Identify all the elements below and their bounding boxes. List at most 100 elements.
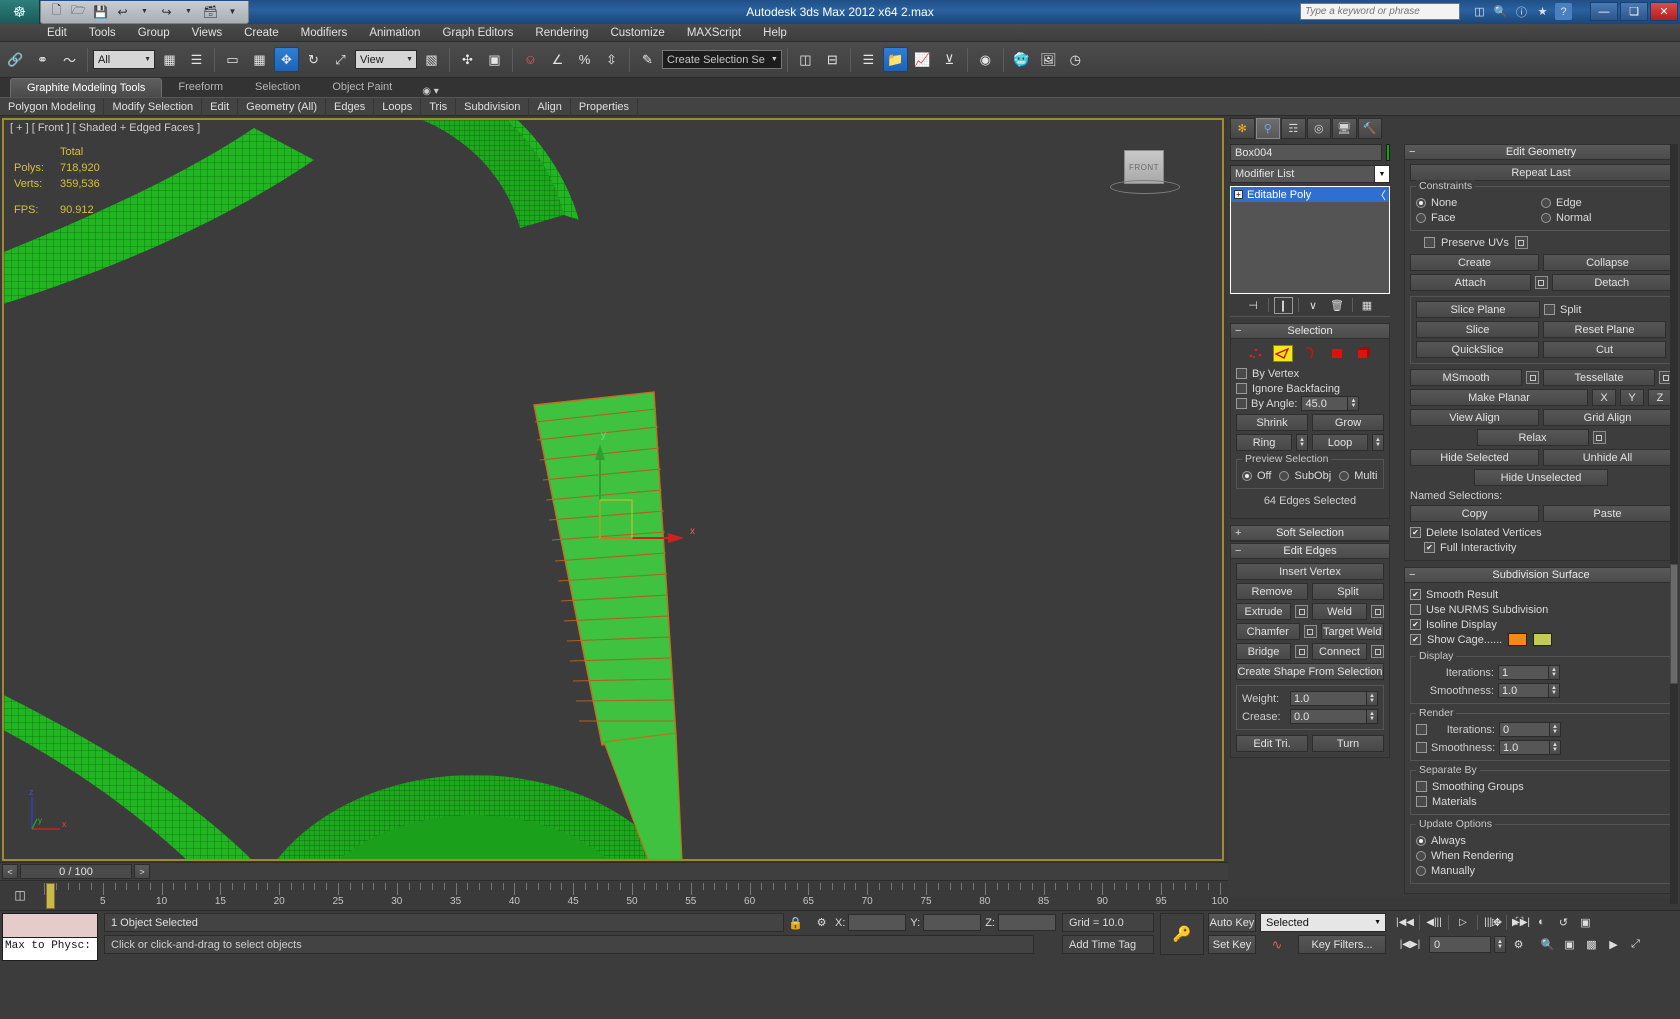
- copy-button[interactable]: Copy: [1410, 505, 1539, 522]
- viewport-front[interactable]: y x [ + ] [ Front ] [ Shaded + Edged Fac…: [2, 118, 1224, 861]
- full-interactivity-checkbox[interactable]: Full Interactivity: [1424, 540, 1672, 555]
- weight-spinner[interactable]: ▲▼: [1290, 691, 1378, 706]
- render-iterations-value[interactable]: [1500, 723, 1549, 736]
- loop-spinner-arrows[interactable]: ▲ ▼: [1372, 434, 1384, 451]
- display-iterations-spinner-arrows[interactable]: ▲ ▼: [1548, 666, 1559, 679]
- by-angle-checkbox-box[interactable]: [1236, 398, 1247, 409]
- workspace-icon[interactable]: ◫: [1471, 3, 1488, 20]
- z-coordinate-field[interactable]: Z:: [985, 914, 1056, 931]
- view-cube[interactable]: FRONT: [1110, 150, 1180, 196]
- weld-button[interactable]: Weld: [1312, 603, 1367, 620]
- new-file-icon[interactable]: 🗋: [47, 2, 66, 21]
- grid-align-button[interactable]: Grid Align: [1543, 409, 1672, 426]
- subtab-modify-selection[interactable]: Modify Selection: [104, 97, 203, 116]
- subtab-polygon-modeling[interactable]: Polygon Modeling: [0, 97, 105, 116]
- layer-manager-button[interactable]: ☰: [856, 47, 881, 72]
- configure-modifier-sets-button[interactable]: ▦: [1358, 297, 1377, 314]
- isoline-display-checkbox-box[interactable]: [1410, 619, 1421, 630]
- mirror-button[interactable]: ◫: [793, 47, 818, 72]
- tab-object-paint[interactable]: Object Paint: [316, 78, 408, 97]
- collapse-icon[interactable]: −: [1409, 569, 1415, 581]
- connect-button[interactable]: Connect: [1312, 643, 1367, 660]
- cut-button[interactable]: Cut: [1543, 341, 1666, 358]
- attach-settings-button[interactable]: [1534, 276, 1548, 289]
- preview-subobj-radio-dot[interactable]: [1279, 470, 1290, 481]
- current-frame-field[interactable]: 0 / 100: [20, 864, 132, 879]
- split-checkbox[interactable]: Split: [1544, 302, 1666, 317]
- y-coordinate-field[interactable]: Y:: [910, 914, 982, 931]
- add-time-tag-button[interactable]: Add Time Tag: [1062, 935, 1154, 954]
- expand-icon[interactable]: +: [1234, 190, 1243, 199]
- orbit-icon[interactable]: ↺: [1554, 913, 1573, 931]
- smoothing-groups-checkbox-box[interactable]: [1416, 781, 1427, 792]
- subtab-geometry-all[interactable]: Geometry (All): [238, 97, 327, 116]
- preview-multi-radio[interactable]: Multi: [1339, 468, 1377, 483]
- key-navigation-icon[interactable]: |◀▶|: [1394, 935, 1426, 954]
- modify-tab[interactable]: ⚲: [1255, 118, 1280, 139]
- walkthrough-icon[interactable]: ▶: [1604, 935, 1623, 953]
- track-bar[interactable]: ◫ 5 10 15 20 25 30 35 40 45 50 55 60 65 70 75 80 85 90 95 1…: [0, 880, 1228, 910]
- maxscript-mini-listener[interactable]: Max to Physc:: [2, 913, 98, 961]
- constraint-edge-radio-dot[interactable]: [1541, 197, 1551, 208]
- view-align-button[interactable]: View Align: [1410, 409, 1539, 426]
- bridge-settings-button[interactable]: [1295, 645, 1308, 658]
- go-to-start-button[interactable]: |◀◀: [1394, 913, 1416, 932]
- reference-coordinate-system-dropdown[interactable]: View: [355, 50, 417, 69]
- constraint-face-radio[interactable]: Face: [1416, 210, 1541, 225]
- selection-lock-icon[interactable]: 🔒: [786, 913, 805, 932]
- relax-button[interactable]: Relax: [1476, 429, 1589, 446]
- subdivision-surface-rollout-header[interactable]: − Subdivision Surface: [1405, 568, 1677, 583]
- show-cage-color1-swatch[interactable]: [1508, 633, 1528, 646]
- connect-settings-button[interactable]: [1371, 645, 1384, 658]
- weight-value[interactable]: [1291, 692, 1366, 705]
- percent-snap-toggle-button[interactable]: %: [572, 47, 597, 72]
- zoom-icon[interactable]: 🔍: [1538, 935, 1557, 953]
- subtab-align[interactable]: Align: [529, 97, 571, 116]
- constraint-normal-radio-dot[interactable]: [1541, 212, 1551, 223]
- preserve-uvs-settings-button[interactable]: [1514, 236, 1528, 249]
- redo-icon[interactable]: ↪: [157, 2, 176, 21]
- snaps-toggle-button[interactable]: ⎉: [518, 47, 543, 72]
- polygon-sub-object-button[interactable]: [1327, 345, 1347, 362]
- element-sub-object-button[interactable]: [1354, 345, 1374, 362]
- show-end-result-button[interactable]: ❙: [1273, 296, 1293, 314]
- bind-to-space-warp-button[interactable]: 〜: [57, 47, 82, 72]
- relax-settings-button[interactable]: [1592, 431, 1606, 444]
- auto-key-button[interactable]: Auto Key: [1208, 913, 1256, 932]
- selection-rollout-header[interactable]: − Selection: [1231, 324, 1389, 339]
- select-and-manipulate-button[interactable]: ✣: [455, 47, 480, 72]
- menu-rendering[interactable]: Rendering: [524, 24, 599, 42]
- create-button[interactable]: Create: [1410, 254, 1539, 271]
- by-angle-checkbox[interactable]: By Angle: ▲▼: [1236, 396, 1384, 411]
- menu-customize[interactable]: Customize: [599, 24, 675, 42]
- view-cube-face-label[interactable]: FRONT: [1124, 150, 1164, 184]
- smoothing-groups-checkbox[interactable]: Smoothing Groups: [1416, 779, 1666, 794]
- ignore-backfacing-checkbox-box[interactable]: [1236, 383, 1247, 394]
- crease-spinner-arrows[interactable]: ▲ ▼: [1366, 710, 1377, 723]
- target-weld-button[interactable]: Target Weld: [1320, 623, 1384, 640]
- menu-edit[interactable]: Edit: [36, 24, 78, 42]
- minimize-button[interactable]: —: [1590, 2, 1618, 21]
- extrude-settings-button[interactable]: [1295, 605, 1308, 618]
- detach-button[interactable]: Detach: [1551, 274, 1672, 291]
- select-object-button[interactable]: ▦: [157, 47, 182, 72]
- by-angle-spinner-arrows[interactable]: ▲ ▼: [1347, 397, 1359, 410]
- render-smoothness-checkbox-box[interactable]: [1416, 742, 1427, 753]
- preview-subobj-radio[interactable]: SubObj: [1279, 468, 1331, 483]
- zoom-all-icon[interactable]: ▣: [1560, 935, 1579, 953]
- subtab-edit[interactable]: Edit: [202, 97, 239, 116]
- repeat-last-button[interactable]: Repeat Last: [1410, 164, 1672, 181]
- by-angle-spinner[interactable]: ▲▼: [1301, 396, 1360, 411]
- bridge-button[interactable]: Bridge: [1236, 643, 1291, 660]
- select-and-move-button[interactable]: ✥: [274, 47, 299, 72]
- viewport-label[interactable]: [ + ] [ Front ] [ Shaded + Edged Faces ]: [10, 122, 200, 134]
- split-edge-button[interactable]: Split: [1312, 583, 1384, 600]
- slice-button[interactable]: Slice: [1416, 321, 1539, 338]
- update-always-radio-dot[interactable]: [1416, 835, 1426, 846]
- soft-selection-rollout-header[interactable]: + Soft Selection: [1231, 526, 1389, 541]
- view-cube-compass-ring[interactable]: [1110, 180, 1180, 194]
- subtab-tris[interactable]: Tris: [421, 97, 457, 116]
- ring-spinner-arrows[interactable]: ▲ ▼: [1296, 434, 1308, 451]
- subtab-properties[interactable]: Properties: [571, 97, 639, 116]
- motion-tab[interactable]: ◎: [1306, 118, 1331, 139]
